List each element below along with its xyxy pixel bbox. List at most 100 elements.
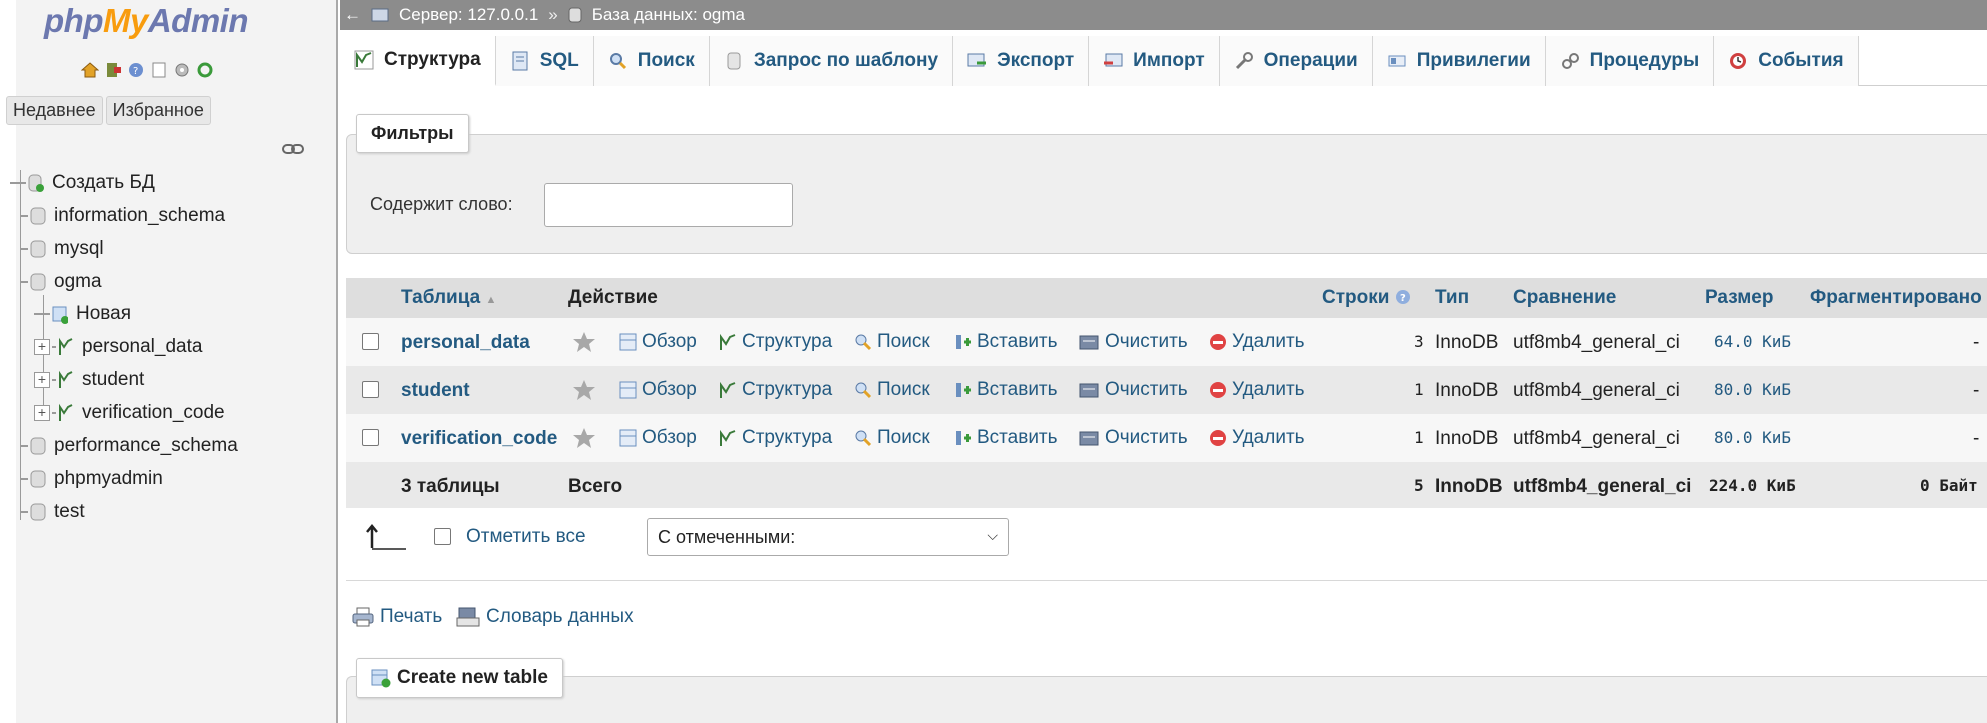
- tab-search[interactable]: Поиск: [593, 36, 710, 86]
- table-name-link[interactable]: student: [401, 380, 470, 402]
- check-all-checkbox[interactable]: [434, 528, 451, 545]
- tree-item-phpmyadmin[interactable]: phpmyadmin: [10, 464, 163, 494]
- check-all-label[interactable]: Отметить все: [466, 526, 586, 548]
- print-link[interactable]: Печать: [352, 606, 442, 628]
- back-arrow-icon[interactable]: ←: [344, 5, 361, 25]
- tree-item-ogma[interactable]: ogma: [10, 267, 102, 297]
- tree-label[interactable]: test: [54, 501, 85, 523]
- tree-label[interactable]: mysql: [54, 238, 104, 260]
- reload-icon[interactable]: [195, 60, 215, 80]
- favorite-star-icon[interactable]: [572, 379, 596, 401]
- docs-icon[interactable]: [149, 60, 169, 80]
- row-checkbox[interactable]: [362, 333, 379, 350]
- tab-sql[interactable]: SQL: [495, 36, 594, 86]
- help-icon[interactable]: ?: [1395, 289, 1411, 305]
- header-table[interactable]: Таблица ▲: [401, 287, 496, 309]
- search-link[interactable]: Поиск: [854, 331, 930, 353]
- tab-events[interactable]: События: [1714, 36, 1859, 86]
- size-value[interactable]: 80.0 КиБ: [1714, 428, 1791, 447]
- collapse-icon[interactable]: [10, 274, 18, 290]
- header-size[interactable]: Размер: [1705, 287, 1773, 309]
- row-checkbox[interactable]: [362, 429, 379, 446]
- tree-label[interactable]: performance_schema: [54, 435, 238, 457]
- tab-query[interactable]: Запрос по шаблону: [709, 36, 954, 86]
- tree-label[interactable]: personal_data: [82, 336, 202, 358]
- tab-structure[interactable]: Структура: [340, 36, 496, 86]
- tree-item-information-schema[interactable]: information_schema: [10, 201, 225, 231]
- nav-tab-favorites[interactable]: Избранное: [105, 96, 211, 125]
- drop-link[interactable]: Удалить: [1209, 379, 1305, 401]
- settings-icon[interactable]: [172, 60, 192, 80]
- data-dictionary-link[interactable]: Словарь данных: [456, 606, 634, 628]
- expand-icon[interactable]: [10, 471, 18, 487]
- create-new-table-button[interactable]: Create new table: [356, 658, 563, 698]
- header-type[interactable]: Тип: [1435, 287, 1469, 309]
- expand-icon[interactable]: [10, 241, 18, 257]
- with-selected-dropdown[interactable]: С отмеченными: ⌵: [647, 518, 1009, 556]
- structure-link[interactable]: Структура: [719, 427, 832, 449]
- phpmyadmin-logo[interactable]: phpMyAdmin: [44, 2, 249, 40]
- insert-link[interactable]: Вставить: [954, 427, 1058, 449]
- tree-item-verification-code[interactable]: + verification_code: [34, 398, 225, 428]
- tree-label[interactable]: student: [82, 369, 144, 391]
- search-link[interactable]: Поиск: [854, 379, 930, 401]
- tab-privileges[interactable]: Привилегии: [1372, 36, 1546, 86]
- drop-link[interactable]: Удалить: [1209, 331, 1305, 353]
- favorite-star-icon[interactable]: [572, 427, 596, 449]
- header-rows[interactable]: Строки ?: [1322, 287, 1411, 309]
- nav-tab-recent[interactable]: Недавнее: [6, 96, 103, 125]
- tree-item-create-db[interactable]: Создать БД: [10, 168, 155, 198]
- expand-icon[interactable]: +: [34, 372, 50, 388]
- tree-item-test[interactable]: test: [10, 497, 85, 527]
- tree-label[interactable]: ogma: [54, 271, 102, 293]
- link-icon[interactable]: [282, 142, 304, 156]
- tree-item-mysql[interactable]: mysql: [10, 234, 104, 264]
- tree-item-student[interactable]: + student: [34, 365, 144, 395]
- drop-link[interactable]: Удалить: [1209, 427, 1305, 449]
- breadcrumb-server[interactable]: Сервер: 127.0.0.1: [399, 5, 538, 25]
- tree-label[interactable]: phpmyadmin: [54, 468, 163, 490]
- tab-operations[interactable]: Операции: [1219, 36, 1373, 86]
- tree-label[interactable]: Создать БД: [52, 172, 155, 194]
- expand-icon[interactable]: +: [34, 405, 50, 421]
- tree-item-performance-schema[interactable]: performance_schema: [10, 431, 238, 461]
- insert-link[interactable]: Вставить: [954, 379, 1058, 401]
- table-name-link[interactable]: personal_data: [401, 332, 530, 354]
- tab-export[interactable]: Экспорт: [953, 36, 1090, 86]
- search-link[interactable]: Поиск: [854, 427, 930, 449]
- tab-import[interactable]: Импорт: [1089, 36, 1220, 86]
- empty-link[interactable]: Очистить: [1078, 331, 1188, 353]
- tree-item-new-table[interactable]: Новая: [34, 299, 131, 329]
- tree-item-personal-data[interactable]: + personal_data: [34, 332, 202, 362]
- breadcrumb-database[interactable]: База данных: ogma: [592, 5, 745, 25]
- logout-icon[interactable]: [103, 60, 123, 80]
- browse-link[interactable]: Обзор: [619, 379, 697, 401]
- tab-routines[interactable]: Процедуры: [1545, 36, 1715, 86]
- home-icon[interactable]: [80, 60, 100, 80]
- tree-label[interactable]: Новая: [76, 303, 131, 325]
- structure-link[interactable]: Структура: [719, 379, 832, 401]
- expand-icon[interactable]: [10, 208, 18, 224]
- help-icon[interactable]: ?: [126, 60, 146, 80]
- expand-icon[interactable]: [10, 438, 18, 454]
- empty-link[interactable]: Очистить: [1078, 379, 1188, 401]
- browse-link[interactable]: Обзор: [619, 331, 697, 353]
- empty-link[interactable]: Очистить: [1078, 427, 1188, 449]
- expand-icon[interactable]: +: [34, 339, 50, 355]
- structure-link[interactable]: Структура: [719, 331, 832, 353]
- insert-link[interactable]: Вставить: [954, 331, 1058, 353]
- size-value[interactable]: 80.0 КиБ: [1714, 380, 1791, 399]
- collation-value: utf8mb4_general_ci: [1513, 380, 1680, 401]
- tree-label[interactable]: verification_code: [82, 402, 225, 424]
- tree-connector: [52, 412, 56, 414]
- favorite-star-icon[interactable]: [572, 331, 596, 353]
- browse-link[interactable]: Обзор: [619, 427, 697, 449]
- filter-input[interactable]: [544, 183, 793, 227]
- tree-label[interactable]: information_schema: [54, 205, 225, 227]
- table-name-link[interactable]: verification_code: [401, 428, 557, 450]
- expand-icon[interactable]: [10, 504, 18, 520]
- header-overhead[interactable]: Фрагментировано: [1810, 287, 1982, 309]
- row-checkbox[interactable]: [362, 381, 379, 398]
- size-value[interactable]: 64.0 КиБ: [1714, 332, 1791, 351]
- header-collation[interactable]: Сравнение: [1513, 287, 1616, 309]
